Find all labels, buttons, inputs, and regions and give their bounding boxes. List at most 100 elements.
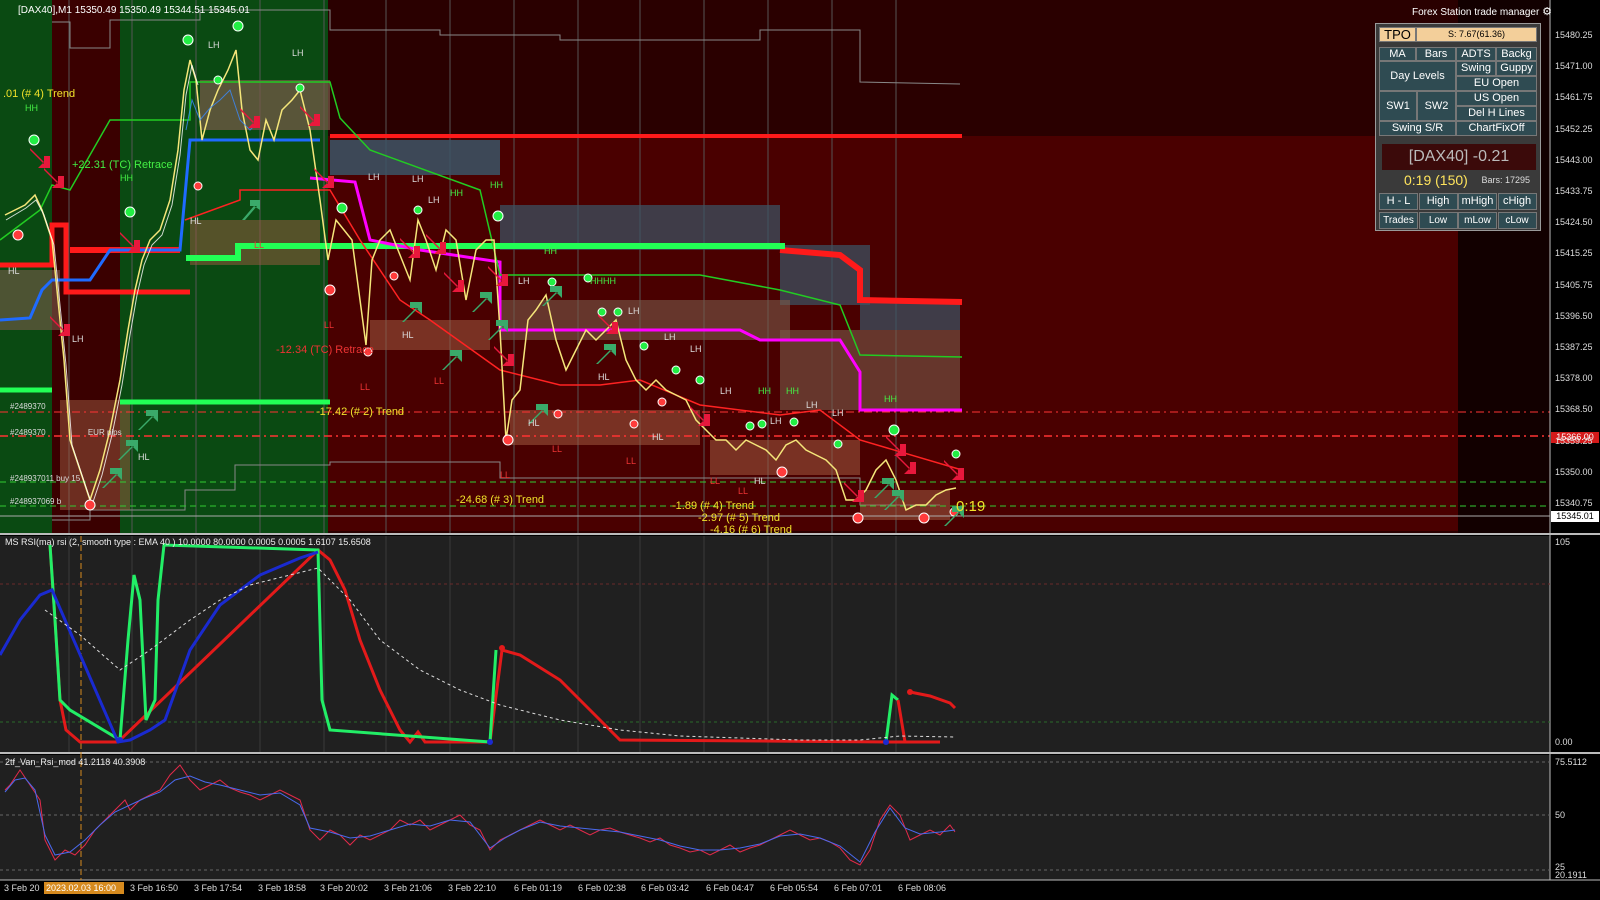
- swing-label: LH: [518, 276, 530, 286]
- countdown-label: 0:19: [956, 498, 986, 515]
- time-tick: 3 Feb 17:54: [194, 883, 243, 893]
- time-tick: 6 Feb 02:38: [578, 883, 627, 893]
- chigh-button[interactable]: cHigh: [1497, 193, 1537, 210]
- mlow-button[interactable]: mLow: [1458, 212, 1497, 229]
- del-h-lines-button[interactable]: Del H Lines: [1456, 106, 1537, 121]
- time-tick: 3 Feb 18:58: [258, 883, 307, 893]
- trade-manager-title: Forex Station trade manager ⚙: [1412, 5, 1552, 18]
- swing-label: HL: [598, 372, 610, 382]
- us-open-button[interactable]: US Open: [1456, 91, 1537, 106]
- ma-button[interactable]: MA: [1379, 47, 1416, 61]
- indicator-1-title: MS RSI(ma) rsi (2, smooth type : EMA 40 …: [5, 537, 371, 547]
- swing-label: HL: [8, 266, 20, 276]
- swing-label: HH: [25, 103, 38, 113]
- cloud-band-7: [780, 330, 960, 410]
- price-tick: 15443.00: [1555, 154, 1593, 165]
- trade-manager-title-text: Forex Station trade manager: [1412, 7, 1540, 18]
- order-label-2: #2489370 EUR pips: [10, 428, 122, 437]
- price-tick: 15415.25: [1555, 248, 1593, 259]
- bars-button[interactable]: Bars: [1416, 47, 1456, 61]
- swing-label: HL: [652, 432, 664, 442]
- tpo-info: S: 7.67(61.36): [1416, 27, 1537, 42]
- sw2-button[interactable]: SW2: [1417, 91, 1456, 121]
- swing-label: LH: [368, 172, 380, 182]
- cloud-band-1: [330, 140, 500, 175]
- current-price-label: 15345.01: [1556, 511, 1594, 521]
- day-levels-button[interactable]: Day Levels: [1379, 61, 1456, 91]
- clow-button[interactable]: cLow: [1497, 212, 1537, 229]
- price-tick: 15368.50: [1555, 404, 1593, 415]
- high-button[interactable]: High: [1418, 193, 1458, 210]
- swing-label: HH: [450, 188, 463, 198]
- chart-window[interactable]: [DAX40],M1 15350.49 15350.49 15344.51 15…: [0, 0, 1600, 900]
- mhigh-button[interactable]: mHigh: [1458, 193, 1497, 210]
- adts-button[interactable]: ADTS: [1456, 47, 1496, 61]
- indicator-2-bg: [0, 755, 1550, 880]
- cloud-band-14: [60, 400, 130, 510]
- order-label-3: #248937011 buy 15: [10, 474, 81, 483]
- swing-label: LH: [832, 408, 844, 418]
- time-tick: 6 Feb 07:01: [834, 883, 883, 893]
- trend-label-5: -2.97 (# 5) Trend: [698, 512, 780, 524]
- time-tick: 3 Feb 21:06: [384, 883, 433, 893]
- swing-label: HL: [190, 216, 202, 226]
- indicator-1-bg: [0, 536, 1550, 752]
- swing-label: HL: [138, 452, 150, 462]
- swing-label: LH: [664, 332, 676, 342]
- swing-label: HH: [884, 394, 897, 404]
- swing-label: HL: [402, 330, 414, 340]
- eu-open-button[interactable]: EU Open: [1456, 76, 1537, 91]
- chart-symbol-title: [DAX40],M1 15350.49 15350.49 15344.51 15…: [18, 5, 250, 16]
- swing-label: LH: [770, 416, 782, 426]
- gear-icon[interactable]: ⚙: [1542, 6, 1552, 18]
- swing-label: LL: [254, 240, 265, 250]
- swing-label: LL: [710, 476, 721, 486]
- price-tick: 15433.75: [1555, 186, 1593, 196]
- trades-button[interactable]: Trades: [1379, 212, 1418, 229]
- guppy-button[interactable]: Guppy: [1496, 61, 1537, 76]
- time-tick: 6 Feb 03:42: [641, 883, 690, 893]
- swing-label: LL: [324, 320, 335, 330]
- price-chart[interactable]: [0, 0, 1600, 900]
- order-label-1: #2489370: [10, 402, 46, 411]
- price-tick: 15387.25: [1555, 342, 1593, 352]
- backg-button[interactable]: Backg: [1496, 47, 1537, 61]
- time-tick: 6 Feb 04:47: [706, 883, 755, 893]
- indicator-1-axis-top: 105: [1555, 537, 1571, 547]
- price-tick: 15471.00: [1555, 61, 1593, 72]
- tpo-button[interactable]: TPO: [1379, 27, 1416, 42]
- order-label-2-info: EUR pips: [87, 428, 122, 437]
- trade-manager-panel[interactable]: TPO S: 7.67(61.36) MA Bars ADTS Backg Day Le…: [1375, 23, 1541, 231]
- order-label-4: #248937069 b: [10, 497, 62, 506]
- swing-label: LH: [428, 195, 440, 205]
- cloud-band-9: [370, 320, 490, 350]
- time-tick: 3 Feb 20:02: [320, 883, 369, 893]
- swing-label: HH: [120, 173, 133, 183]
- price-tick: 15480.25: [1555, 30, 1593, 40]
- time-tick: 3 Feb 16:50: [130, 883, 179, 893]
- swing-label: LL: [500, 470, 511, 480]
- candle-timer: 0:19 (150) Bars: 17295: [1382, 172, 1536, 190]
- time-highlight-label: 2023.02.03 16:00: [46, 883, 117, 893]
- swing-label: LH: [72, 334, 84, 344]
- trend-label-2: -17.42 (# 2) Trend: [316, 406, 405, 418]
- time-tick: 3 Feb 22:10: [448, 883, 497, 893]
- h-l-button[interactable]: H - L: [1379, 193, 1418, 210]
- swing-button[interactable]: Swing: [1456, 61, 1496, 76]
- chart-fix-off-button[interactable]: ChartFixOff: [1456, 121, 1537, 136]
- price-tick: 15340.75: [1555, 498, 1593, 508]
- bars-count: Bars: 17295: [1481, 175, 1530, 185]
- low-button[interactable]: Low: [1418, 212, 1458, 229]
- swing-label: LH: [412, 174, 424, 184]
- order-label-2-id: #2489370: [10, 428, 46, 437]
- swing-sr-button[interactable]: Swing S/R: [1379, 121, 1456, 136]
- time-tick: 6 Feb 08:06: [898, 883, 947, 893]
- swing-label: HH: [758, 386, 771, 396]
- indicator-2-axis-bottom: 20.1911: [1555, 870, 1587, 880]
- trend-label-6: -4.16 (# 6) Trend: [710, 524, 792, 534]
- time-tick: 3 Feb 20: [4, 883, 40, 893]
- swing-label: HHHH: [590, 276, 616, 286]
- price-tick: 15405.75: [1555, 279, 1593, 290]
- sw1-button[interactable]: SW1: [1379, 91, 1417, 121]
- retrace-label-2: -12.34 (TC) Retrace: [276, 344, 374, 356]
